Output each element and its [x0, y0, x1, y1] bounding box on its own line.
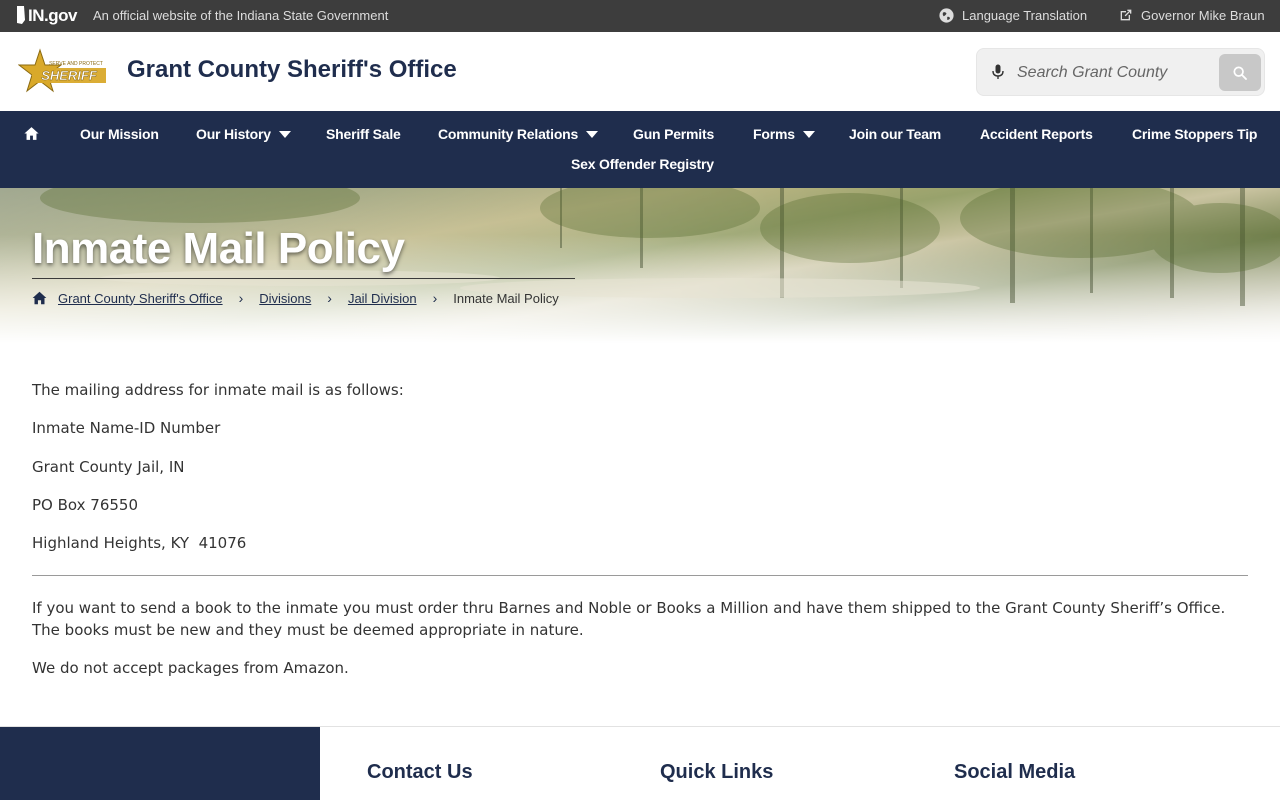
chevron-right-icon: › [327, 290, 332, 306]
home-icon[interactable] [32, 291, 47, 305]
search-button[interactable] [1219, 54, 1261, 91]
svg-text:SHERIFF: SHERIFF [41, 68, 98, 83]
sheriff-star-icon: SHERIFF SERVE AND PROTECT [17, 48, 106, 93]
amazon-policy-paragraph: We do not accept packages from Amazon. [32, 659, 349, 677]
nav-forms[interactable]: Forms [753, 126, 815, 142]
site-title[interactable]: Grant County Sheriff's Office [127, 56, 457, 84]
site-footer: Contact Us Quick Links Social Media [0, 726, 1280, 800]
caret-down-icon [278, 130, 291, 138]
chevron-right-icon: › [432, 290, 438, 306]
nav-our-history[interactable]: Our History [196, 126, 291, 142]
footer-dark-panel [0, 727, 320, 800]
official-website-notice: An official website of the Indiana State… [93, 8, 389, 23]
nav-home[interactable] [23, 125, 40, 142]
nav-join-our-team[interactable]: Join our Team [849, 126, 941, 142]
nav-label: Our Mission [80, 126, 159, 142]
nav-gun-permits[interactable]: Gun Permits [633, 126, 714, 142]
nav-crime-stoppers-tip[interactable]: Crime Stoppers Tip [1132, 126, 1257, 142]
search-input[interactable] [1017, 59, 1187, 87]
breadcrumb: Grant County Sheriff's Office › Division… [32, 290, 559, 306]
title-underline [32, 278, 575, 279]
chevron-right-icon: › [238, 290, 244, 306]
main-navigation: Our Mission Our History Sheriff Sale Com… [0, 111, 1280, 188]
search-icon [1233, 65, 1247, 80]
address-line: PO Box 76550 [32, 496, 138, 514]
language-translation-label: Language Translation [962, 8, 1088, 23]
content-divider [32, 575, 1248, 576]
caret-down-icon [802, 130, 815, 138]
nav-label: Sheriff Sale [326, 126, 401, 142]
nav-accident-reports[interactable]: Accident Reports [980, 126, 1093, 142]
site-header: SHERIFF SERVE AND PROTECT Grant County S… [0, 32, 1280, 111]
ingov-logo[interactable]: IN.gov [16, 6, 77, 26]
address-line: Grant County Jail, IN [32, 458, 185, 476]
state-utility-bar: IN.gov An official website of the Indian… [0, 0, 1280, 32]
home-icon [24, 127, 39, 140]
microphone-icon[interactable] [991, 64, 1005, 80]
nav-label: Crime Stoppers Tip [1132, 126, 1258, 142]
nav-label: Join our Team [849, 126, 942, 142]
page-banner: Inmate Mail Policy Grant County Sheriff'… [0, 188, 1280, 343]
svg-text:SERVE AND PROTECT: SERVE AND PROTECT [49, 61, 103, 67]
nav-sex-offender-registry[interactable]: Sex Offender Registry [571, 156, 714, 172]
breadcrumb-link-sheriffs-office[interactable]: Grant County Sheriff's Office [58, 291, 223, 306]
footer-contact-heading: Contact Us [367, 761, 473, 783]
sheriff-logo[interactable]: SHERIFF SERVE AND PROTECT [17, 48, 108, 96]
footer-quicklinks-heading: Quick Links [660, 761, 774, 783]
breadcrumb-current: Inmate Mail Policy [453, 290, 559, 306]
nav-our-mission[interactable]: Our Mission [80, 126, 159, 142]
language-translation-link[interactable]: Language Translation [938, 7, 1087, 24]
breadcrumb-link-jail-division[interactable]: Jail Division [348, 291, 417, 306]
nav-label: Gun Permits [633, 126, 715, 142]
governor-link[interactable]: Governor Mike Braun [1118, 7, 1265, 23]
ingov-label: IN.gov [28, 6, 77, 25]
search-box [976, 48, 1265, 96]
nav-sheriff-sale[interactable]: Sheriff Sale [326, 126, 401, 142]
footer-social-heading: Social Media [954, 761, 1076, 783]
nav-label: Our History [196, 126, 271, 142]
books-policy-paragraph: If you want to send a book to the inmate… [32, 599, 1226, 639]
caret-down-icon [586, 130, 599, 138]
globe-icon [939, 8, 954, 23]
mailing-intro: The mailing address for inmate mail is a… [32, 381, 404, 399]
address-line: Highland Heights, KY 41076 [32, 534, 247, 552]
address-line: Inmate Name-ID Number [32, 419, 221, 437]
page-title: Inmate Mail Policy [32, 224, 405, 273]
nav-label: Accident Reports [980, 126, 1093, 142]
nav-label: Community Relations [438, 126, 579, 142]
governor-label: Governor Mike Braun [1141, 7, 1265, 23]
nav-label: Forms [753, 126, 795, 142]
nav-label: Sex Offender Registry [571, 156, 714, 172]
indiana-state-icon [17, 6, 25, 24]
external-link-icon [1120, 9, 1132, 21]
nav-community-relations[interactable]: Community Relations [438, 126, 599, 142]
breadcrumb-link-divisions[interactable]: Divisions [259, 291, 311, 306]
